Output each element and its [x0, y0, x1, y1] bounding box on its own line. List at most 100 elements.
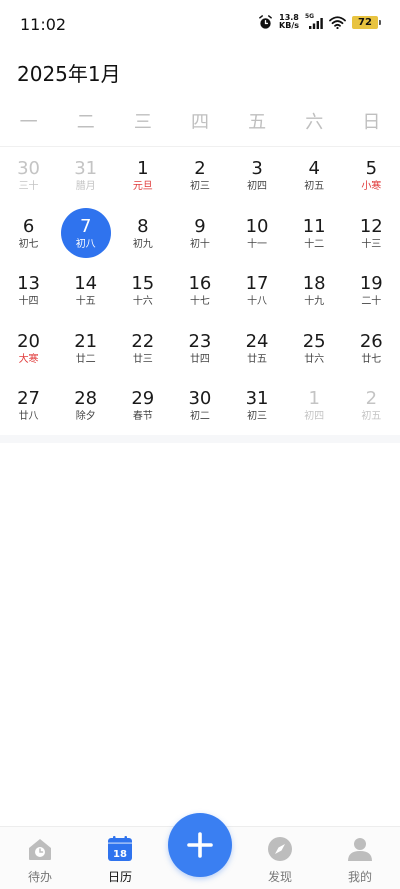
tab-mine-label: 我的: [347, 870, 372, 884]
calendar-day-cell[interactable]: 30 初二: [171, 380, 228, 438]
calendar-day-cell[interactable]: 15 十六: [114, 265, 171, 323]
lunar-date: 初十: [189, 238, 210, 250]
lunar-date: 十六: [132, 296, 153, 307]
calendar-day-cell[interactable]: 24 廿五: [229, 323, 286, 381]
divider: [0, 146, 400, 147]
weekday-label: 日: [362, 112, 381, 133]
day-number: 30: [188, 388, 212, 409]
calendar-day-cell[interactable]: 22 廿三: [114, 323, 171, 381]
calendar-day-cell[interactable]: 17 十八: [229, 265, 286, 323]
calendar-day-cell[interactable]: 16 十七: [171, 265, 228, 323]
day-number: 26: [359, 330, 383, 352]
day-number: 8: [137, 215, 149, 237]
calendar-day-cell[interactable]: 1 初四: [286, 380, 343, 438]
weekday-header: 一 二 三 四 五 六 日: [0, 108, 400, 134]
lunar-date: 廿六: [304, 353, 325, 365]
calendar-day-cell[interactable]: 20 大寒: [0, 323, 57, 381]
day-number: 2: [365, 388, 378, 409]
lunar-date: 元旦: [132, 181, 153, 192]
calendar-day-cell[interactable]: 18 十九: [286, 265, 343, 323]
lunar-date: 廿四: [189, 353, 210, 365]
day-number: 7: [79, 215, 92, 237]
day-number: 5: [365, 158, 378, 179]
tab-discover[interactable]: 发现: [240, 827, 320, 889]
calendar-day-cell[interactable]: 2 初三: [171, 150, 228, 208]
network-speed: 13.8 KB/s: [279, 14, 299, 30]
lunar-date: 十九: [304, 296, 325, 307]
status-bar: 11:02 13.8 KB/s 5G 72: [0, 0, 400, 48]
cellular-signal-icon: 5G: [305, 13, 323, 29]
tab-calendar[interactable]: 18 日历: [80, 827, 160, 889]
lunar-date: 腊月: [75, 181, 96, 192]
compass-icon: [268, 837, 292, 861]
calendar-day-cell[interactable]: 25 廿六: [286, 323, 343, 381]
calendar-icon: 18: [108, 836, 132, 861]
calendar-day-cell[interactable]: 8 初九: [114, 208, 171, 266]
calendar-day-cell[interactable]: 11 十二: [286, 208, 343, 266]
day-number: 27: [17, 388, 41, 409]
day-number: 15: [131, 273, 155, 294]
lunar-date: 初四: [304, 411, 325, 422]
day-number: 10: [245, 215, 269, 237]
lunar-date: 廿三: [132, 353, 153, 365]
calendar-week-row: 27 廿八 28 除夕 29 春节 30 初二 31 初三 1 初四 2 初五: [0, 380, 400, 438]
day-number: 14: [74, 273, 98, 294]
calendar-day-cell[interactable]: 13 十四: [0, 265, 57, 323]
lunar-date: 春节: [132, 411, 153, 422]
day-number: 13: [17, 273, 41, 294]
calendar-day-cell[interactable]: 23 廿四: [171, 323, 228, 381]
day-number: 2: [194, 158, 206, 179]
calendar-day-cell[interactable]: 9 初十: [171, 208, 228, 266]
calendar-day-cell[interactable]: 2 初五: [343, 380, 400, 438]
calendar-day-cell[interactable]: 29 春节: [114, 380, 171, 438]
month-title[interactable]: 2025年1月: [17, 58, 121, 87]
calendar-day-cell[interactable]: 21 廿二: [57, 323, 114, 381]
battery-icon: 72: [352, 15, 381, 29]
lunar-date: 十五: [75, 296, 96, 307]
tab-todo-label: 待办: [27, 870, 52, 884]
calendar-day-cell[interactable]: 14 十五: [57, 265, 114, 323]
calendar-week-row: 6 初七 7 初八 8 初九 9 初十 10 十一 11 十二 12 十三: [0, 207, 400, 266]
calendar-icon-day: 18: [113, 849, 127, 860]
calendar-day-cell[interactable]: 31 初三: [229, 380, 286, 438]
tab-todo[interactable]: 待办: [0, 827, 80, 889]
calendar-day-cell[interactable]: 7 初八: [57, 207, 114, 266]
calendar-day-cell[interactable]: 10 十一: [229, 208, 286, 266]
day-number: 1: [308, 388, 320, 409]
calendar-week-row: 30 三十 31 腊月 1 元旦 2 初三 3 初四 4 初五 5 小寒: [0, 150, 400, 208]
calendar-day-cell[interactable]: 6 初七: [0, 208, 57, 266]
calendar-bottom-band: [0, 435, 400, 443]
lunar-date: 十八: [247, 296, 268, 307]
calendar-day-cell[interactable]: 30 三十: [0, 150, 57, 208]
tab-discover-label: 发现: [267, 870, 292, 884]
tab-calendar-label: 日历: [107, 870, 132, 884]
alarm-icon: [259, 14, 272, 29]
day-number: 17: [245, 273, 269, 294]
tab-mine[interactable]: 我的: [320, 827, 400, 889]
day-number: 16: [188, 273, 212, 294]
day-number: 21: [74, 330, 98, 352]
network-speed-unit: KB/s: [279, 21, 299, 30]
calendar-day-cell[interactable]: 19 二十: [343, 265, 400, 323]
day-number: 23: [188, 330, 212, 352]
plus-icon: [187, 832, 213, 858]
calendar-day-cell[interactable]: 3 初四: [229, 150, 286, 208]
calendar-day-cell[interactable]: 12 十三: [343, 208, 400, 266]
calendar-week-row: 13 十四 14 十五 15 十六 16 十七 17 十八 18 十九 19 二十: [0, 265, 400, 323]
weekday-label: 六: [305, 112, 324, 133]
lunar-date: 十三: [361, 238, 382, 250]
calendar-day-cell[interactable]: 4 初五: [286, 150, 343, 208]
calendar-day-cell[interactable]: 26 廿七: [343, 323, 400, 381]
calendar-day-cell[interactable]: 27 廿八: [0, 380, 57, 438]
calendar-day-cell[interactable]: 1 元旦: [114, 150, 171, 208]
calendar-day-cell[interactable]: 28 除夕: [57, 380, 114, 438]
lunar-date: 除夕: [75, 411, 96, 422]
weekday-label: 二: [76, 112, 95, 133]
weekday-label: 四: [190, 112, 209, 133]
day-number: 31: [74, 158, 98, 179]
calendar-day-cell[interactable]: 31 腊月: [57, 150, 114, 208]
day-number: 12: [359, 215, 383, 237]
calendar-day-cell[interactable]: 5 小寒: [343, 150, 400, 208]
add-event-button[interactable]: [168, 813, 232, 877]
day-number: 11: [302, 215, 326, 237]
